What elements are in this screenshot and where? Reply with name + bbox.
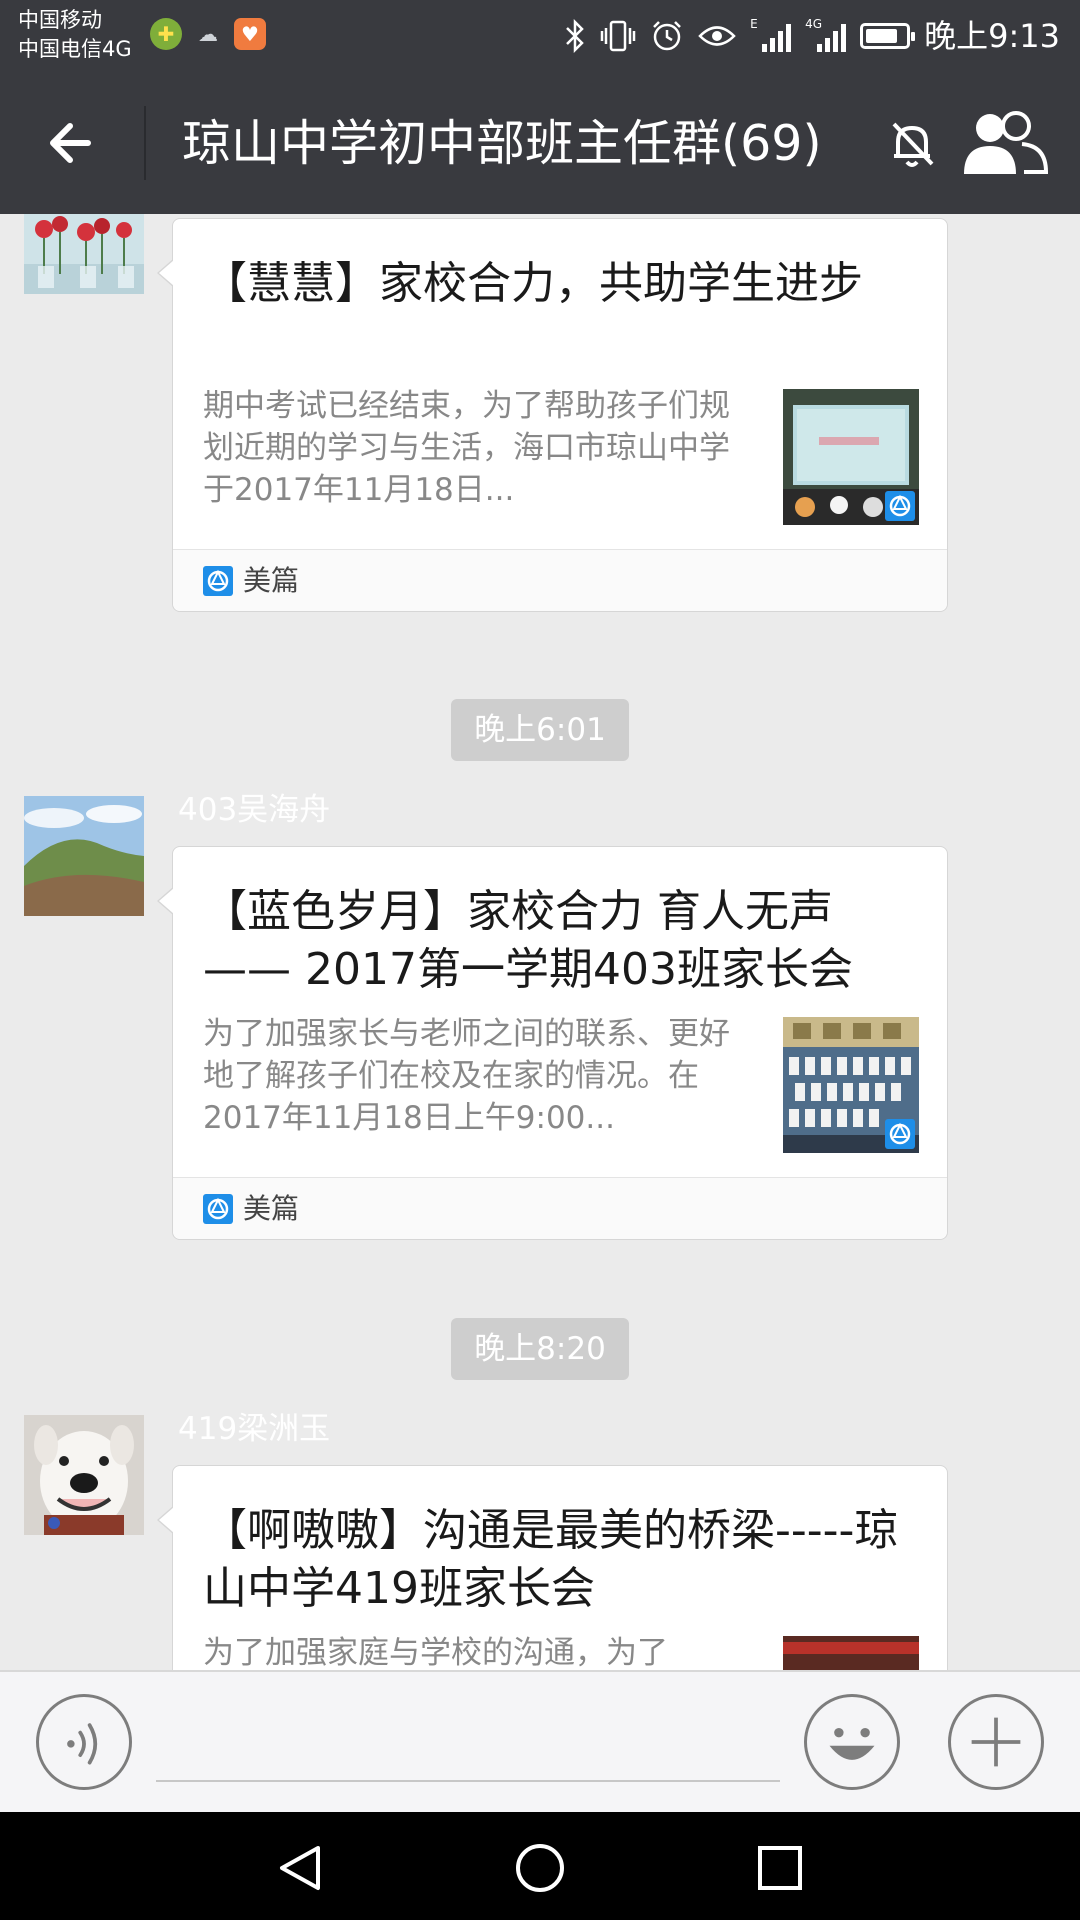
avatar[interactable] [24, 214, 144, 294]
group-members-icon[interactable] [960, 108, 1048, 178]
status-time: 晚上9:13 [924, 17, 1060, 55]
meipian-badge-icon [885, 1119, 915, 1149]
page-title: 琼山中学初中部班主任群(69) [182, 115, 822, 172]
card-source: 美篇 [243, 1192, 300, 1225]
avatar-flowers-image [24, 214, 144, 294]
alarm-icon [653, 21, 682, 51]
nav-back-icon[interactable] [274, 1842, 326, 1894]
card-footer: 美篇 [173, 1177, 947, 1239]
avatar-dog-image [24, 1415, 144, 1535]
meeting-photo [783, 1636, 919, 1670]
card-description: 为了加强家庭与学校的沟通，为了 [203, 1635, 668, 1670]
link-card[interactable]: 【蓝色岁月】家校合力 育人无声—— 2017第一学期403班家长会 为了加强家长… [157, 846, 948, 1240]
input-bar [0, 1670, 1080, 1812]
card-title: 【慧慧】家校合力，共助学生进步 [203, 258, 863, 309]
network-tag-1: E [750, 17, 758, 31]
header-divider [144, 106, 146, 180]
signal-icon: 4G [805, 17, 847, 52]
meipian-logo-icon [203, 1194, 233, 1224]
message-input[interactable] [156, 1712, 780, 1782]
sender-name: 419梁洲玉 [178, 1411, 331, 1447]
meipian-badge-icon [885, 491, 915, 521]
card-title: 【啊嗷嗷】沟通是最美的桥梁-----琼山中学419班家长会 [203, 1505, 899, 1614]
link-card[interactable]: 【慧慧】家校合力，共助学生进步 期中考试已经结束，为了帮助孩子们规划近期的学习与… [157, 218, 948, 612]
status-bar: 中国移动 中国电信4G ✚ ☁ ♥ E 4G 晚上9:13 [0, 0, 1080, 72]
eye-icon [698, 26, 736, 46]
health-app-icon: ♥ [234, 18, 266, 50]
card-thumbnail [783, 1017, 919, 1153]
card-title: 【蓝色岁月】家校合力 育人无声—— 2017第一学期403班家长会 [203, 886, 853, 995]
nav-recents-icon[interactable] [754, 1842, 806, 1894]
avatar-hills-image [24, 796, 144, 916]
system-status: E 4G 晚上9:13 [564, 12, 1060, 60]
timestamp-badge: 晚上6:01 [451, 699, 629, 761]
notification-icons: ✚ ☁ ♥ [150, 18, 266, 50]
card-footer: 美篇 [173, 549, 947, 611]
carrier-1: 中国移动 [18, 8, 102, 32]
meipian-logo-icon [203, 566, 233, 596]
timestamp-badge: 晚上8:20 [451, 1318, 629, 1380]
card-description: 期中考试已经结束，为了帮助孩子们规划近期的学习与生活，海口市琼山中学于2017年… [203, 388, 730, 508]
avatar[interactable] [24, 1415, 144, 1535]
card-thumbnail [783, 1636, 919, 1670]
vibrate-icon [600, 20, 636, 52]
weather-icon: ☁ [198, 22, 218, 46]
plus-icon[interactable] [948, 1694, 1044, 1790]
avatar[interactable] [24, 796, 144, 916]
card-description: 为了加强家长与老师之间的联系、更好地了解孩子们在校及在家的情况。在2017年11… [203, 1016, 730, 1136]
signal-icon: E [750, 17, 792, 52]
network-tag-2: 4G [805, 17, 823, 31]
chat-header: 琼山中学初中部班主任群(69) [0, 72, 1080, 214]
voice-icon[interactable] [36, 1694, 132, 1790]
card-thumbnail [783, 389, 919, 525]
plus-app-icon: ✚ [150, 18, 182, 50]
system-nav-bar [0, 1812, 1080, 1920]
bluetooth-icon [566, 19, 584, 53]
card-source: 美篇 [243, 564, 300, 597]
link-card[interactable]: 【啊嗷嗷】沟通是最美的桥梁-----琼山中学419班家长会 为了加强家庭与学校的… [157, 1465, 948, 1670]
nav-home-icon[interactable] [514, 1842, 566, 1894]
sender-name: 403吴海舟 [178, 792, 331, 828]
mute-bell-icon [892, 122, 934, 167]
carrier-2: 中国电信4G [18, 37, 132, 61]
emoji-icon[interactable] [804, 1694, 900, 1790]
back-arrow-icon[interactable] [40, 108, 110, 178]
battery-icon [860, 23, 916, 49]
carrier-info: 中国移动 中国电信4G [18, 6, 132, 64]
chat-messages[interactable]: 【慧慧】家校合力，共助学生进步 期中考试已经结束，为了帮助孩子们规划近期的学习与… [0, 214, 1080, 1670]
